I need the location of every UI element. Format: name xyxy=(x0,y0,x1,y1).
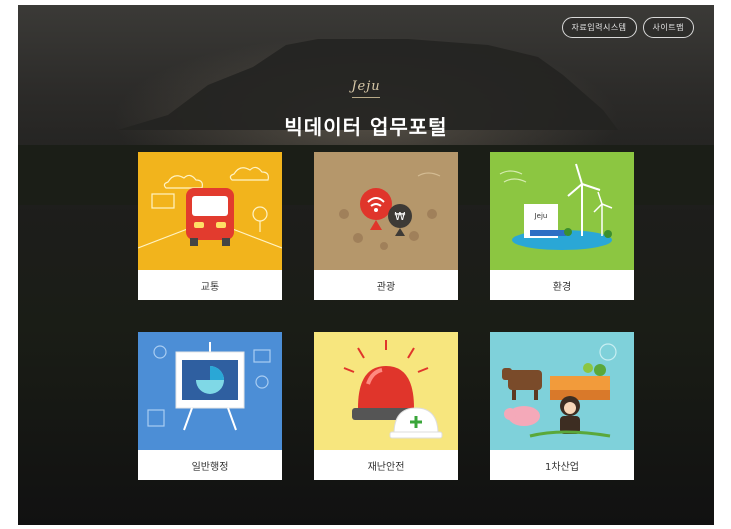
logo-underline xyxy=(352,97,380,98)
environment-illustration: Jeju xyxy=(490,152,634,270)
presentation-board-icon xyxy=(147,342,271,431)
card-label: 관광 xyxy=(314,270,458,300)
card-disaster-safety[interactable]: 재난안전 xyxy=(314,332,458,480)
card-label: 1차산업 xyxy=(490,450,634,480)
siren-helmet-icon xyxy=(343,340,443,439)
svg-text:₩: ₩ xyxy=(395,210,406,223)
jeju-logo: Jeju xyxy=(351,79,381,94)
wind-turbine-icon: Jeju xyxy=(499,163,613,250)
sitemap-button[interactable]: 사이트맵 xyxy=(642,17,694,38)
wifi-pin-icon: ₩ xyxy=(339,172,441,250)
administration-illustration xyxy=(138,332,282,450)
farm-animals-icon xyxy=(502,343,617,438)
card-tourism[interactable]: ₩ 관광 xyxy=(314,152,458,300)
hero-background: 자료입력시스템 사이트맵 Jeju 빅데이터 업무포털 교통 ₩ 관광 Jeju… xyxy=(18,5,714,525)
card-label: 재난안전 xyxy=(314,450,458,480)
card-environment[interactable]: Jeju 환경 xyxy=(490,152,634,300)
data-entry-system-button[interactable]: 자료입력시스템 xyxy=(561,17,637,38)
top-utility-buttons: 자료입력시스템 사이트맵 xyxy=(561,17,694,38)
card-label: 일반행정 xyxy=(138,450,282,480)
disaster-safety-illustration xyxy=(314,332,458,450)
card-label: 교통 xyxy=(138,270,282,300)
primary-industry-illustration xyxy=(490,332,634,450)
card-primary-industry[interactable]: 1차산업 xyxy=(490,332,634,480)
card-administration[interactable]: 일반행정 xyxy=(138,332,282,480)
tourism-illustration: ₩ xyxy=(314,152,458,270)
card-label: 환경 xyxy=(490,270,634,300)
svg-text:Jeju: Jeju xyxy=(534,212,548,220)
card-traffic[interactable]: 교통 xyxy=(138,152,282,300)
bus-icon xyxy=(138,166,282,249)
category-grid: 교통 ₩ 관광 Jeju 환경 일반행정 재난안전 1차산업 xyxy=(138,152,634,482)
traffic-illustration xyxy=(138,152,282,270)
page-title: 빅데이터 업무포털 xyxy=(284,115,448,139)
